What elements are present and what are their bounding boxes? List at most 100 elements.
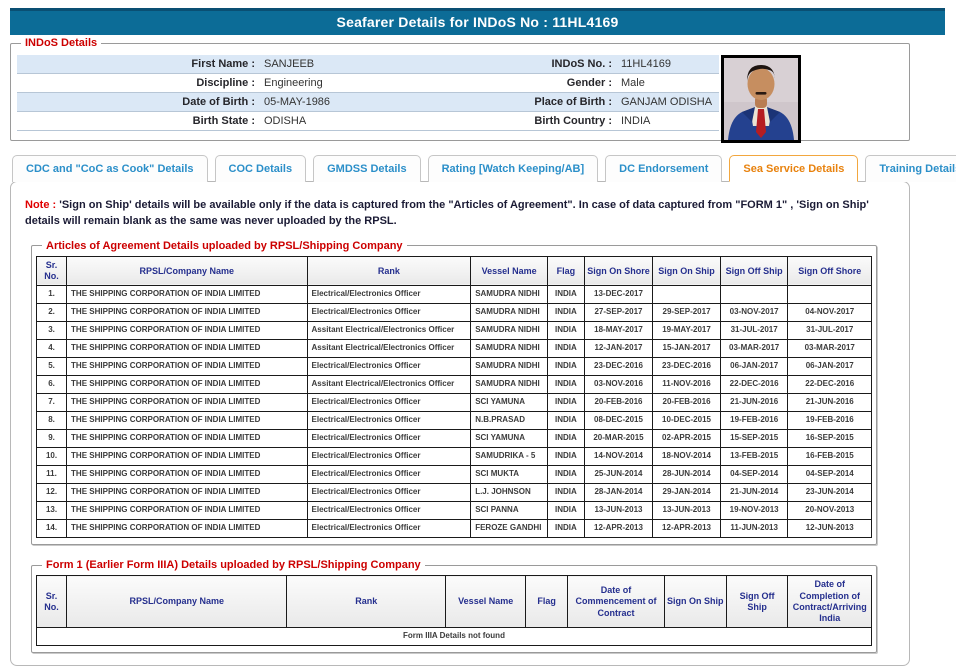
cell: 03-MAR-2017 [788, 340, 872, 358]
cell: INDIA [548, 340, 585, 358]
cell: SAMUDRA NIDHI [471, 286, 548, 304]
field-value: Male [612, 77, 719, 89]
table-row: 10.THE SHIPPING CORPORATION OF INDIA LIM… [37, 448, 872, 466]
cell: 5. [37, 358, 67, 376]
table-row: 4.THE SHIPPING CORPORATION OF INDIA LIMI… [37, 340, 872, 358]
cell [720, 286, 788, 304]
field-label: Discipline : [17, 77, 255, 89]
cell: 28-JUN-2014 [653, 466, 721, 484]
cell: THE SHIPPING CORPORATION OF INDIA LIMITE… [67, 286, 307, 304]
cell [653, 286, 721, 304]
cell: THE SHIPPING CORPORATION OF INDIA LIMITE… [67, 430, 307, 448]
form1-section: Form 1 (Earlier Form IIIA) Details uploa… [31, 559, 877, 653]
cell: INDIA [548, 412, 585, 430]
cell: 03-NOV-2016 [584, 376, 652, 394]
cell: 6. [37, 376, 67, 394]
cell: N.B.PRASAD [471, 412, 548, 430]
table-row: 1.THE SHIPPING CORPORATION OF INDIA LIMI… [37, 286, 872, 304]
cell: SAMUDRIKA - 5 [471, 448, 548, 466]
cell: 27-SEP-2017 [584, 304, 652, 322]
indos-detail-row: Birth State :ODISHABirth Country :INDIA [17, 112, 719, 131]
cell: 12-APR-2013 [653, 520, 721, 538]
cell: 04-SEP-2014 [788, 466, 872, 484]
cell: 13. [37, 502, 67, 520]
column-header: Sign Off Ship [726, 576, 788, 628]
cell: SAMUDRA NIDHI [471, 376, 548, 394]
cell: Assitant Electrical/Electronics Officer [307, 340, 471, 358]
column-header: Sr. No. [37, 256, 67, 286]
cell: THE SHIPPING CORPORATION OF INDIA LIMITE… [67, 340, 307, 358]
column-header: Rank [287, 576, 446, 628]
field-value: Engineering [255, 77, 362, 89]
cell: 31-JUL-2017 [720, 322, 788, 340]
cell: 23-DEC-2016 [653, 358, 721, 376]
cell: 13-DEC-2017 [584, 286, 652, 304]
cell: 21-JUN-2016 [720, 394, 788, 412]
cell: THE SHIPPING CORPORATION OF INDIA LIMITE… [67, 484, 307, 502]
cell: INDIA [548, 286, 585, 304]
cell: 20-FEB-2016 [584, 394, 652, 412]
indos-detail-row: First Name :SANJEEBINDoS No. :11HL4169 [17, 55, 719, 74]
field-value: 05-MAY-1986 [255, 96, 362, 108]
cell: 9. [37, 430, 67, 448]
cell: 19-FEB-2016 [788, 412, 872, 430]
cell: Electrical/Electronics Officer [307, 412, 471, 430]
cell: 06-JAN-2017 [788, 358, 872, 376]
tab-gmdss-details[interactable]: GMDSS Details [313, 155, 420, 182]
cell: Electrical/Electronics Officer [307, 394, 471, 412]
tab-training-details[interactable]: Training Details [865, 155, 956, 182]
cell: 23-JUN-2014 [788, 484, 872, 502]
indos-details-body: First Name :SANJEEBINDoS No. :11HL4169Di… [15, 51, 905, 133]
tab-sea-service-details[interactable]: Sea Service Details [729, 155, 858, 182]
articles-legend: Articles of Agreement Details uploaded b… [42, 240, 407, 252]
cell: 15-JAN-2017 [653, 340, 721, 358]
tab-rating-watch-keeping-ab[interactable]: Rating [Watch Keeping/AB] [428, 155, 599, 182]
column-header: Flag [526, 576, 568, 628]
page-title: Seafarer Details for INDoS No : 11HL4169 [10, 8, 945, 35]
cell: 12. [37, 484, 67, 502]
cell: 02-APR-2015 [653, 430, 721, 448]
field-value: GANJAM ODISHA [612, 96, 719, 108]
cell: 21-JUN-2016 [788, 394, 872, 412]
column-header: Sign Off Shore [788, 256, 872, 286]
indos-detail-row: Discipline :EngineeringGender :Male [17, 74, 719, 93]
indos-details-legend: INDoS Details [21, 37, 101, 49]
cell: INDIA [548, 376, 585, 394]
seafarer-details-page: Seafarer Details for INDoS No : 11HL4169… [0, 0, 956, 650]
cell: SAMUDRA NIDHI [471, 304, 548, 322]
cell: THE SHIPPING CORPORATION OF INDIA LIMITE… [67, 322, 307, 340]
field-value: INDIA [612, 115, 719, 127]
cell: 13-JUN-2013 [653, 502, 721, 520]
cell: L.J. JOHNSON [471, 484, 548, 502]
form1-table: Sr. No.RPSL/Company NameRankVessel NameF… [36, 575, 872, 646]
table-row: Form IIIA Details not found [37, 628, 872, 646]
field-value: SANJEEB [255, 58, 362, 70]
cell: 03-NOV-2017 [720, 304, 788, 322]
cell: 04-NOV-2017 [788, 304, 872, 322]
cell: 04-SEP-2014 [720, 466, 788, 484]
cell: 25-JUN-2014 [584, 466, 652, 484]
column-header: Vessel Name [471, 256, 548, 286]
cell: 08-DEC-2015 [584, 412, 652, 430]
cell: 16-FEB-2015 [788, 448, 872, 466]
indos-detail-rows: First Name :SANJEEBINDoS No. :11HL4169Di… [17, 55, 719, 131]
cell: SAMUDRA NIDHI [471, 358, 548, 376]
tab-coc-details[interactable]: COC Details [215, 155, 307, 182]
column-header: RPSL/Company Name [67, 256, 307, 286]
cell: 22-DEC-2016 [788, 376, 872, 394]
cell: Electrical/Electronics Officer [307, 286, 471, 304]
cell: 11-NOV-2016 [653, 376, 721, 394]
cell: 10. [37, 448, 67, 466]
cell: SAMUDRA NIDHI [471, 340, 548, 358]
cell: Electrical/Electronics Officer [307, 502, 471, 520]
table-row: 6.THE SHIPPING CORPORATION OF INDIA LIMI… [37, 376, 872, 394]
header-row: Sr. No.RPSL/Company NameRankVessel NameF… [37, 256, 872, 286]
tab-cdc-and-coc-as-cook-details[interactable]: CDC and "CoC as Cook" Details [12, 155, 208, 182]
tab-dc-endorsement[interactable]: DC Endorsement [605, 155, 722, 182]
articles-of-agreement-section: Articles of Agreement Details uploaded b… [31, 240, 877, 546]
cell: FEROZE GANDHI [471, 520, 548, 538]
column-header: Sign Off Ship [720, 256, 788, 286]
cell: THE SHIPPING CORPORATION OF INDIA LIMITE… [67, 448, 307, 466]
cell: 8. [37, 412, 67, 430]
cell: 29-SEP-2017 [653, 304, 721, 322]
